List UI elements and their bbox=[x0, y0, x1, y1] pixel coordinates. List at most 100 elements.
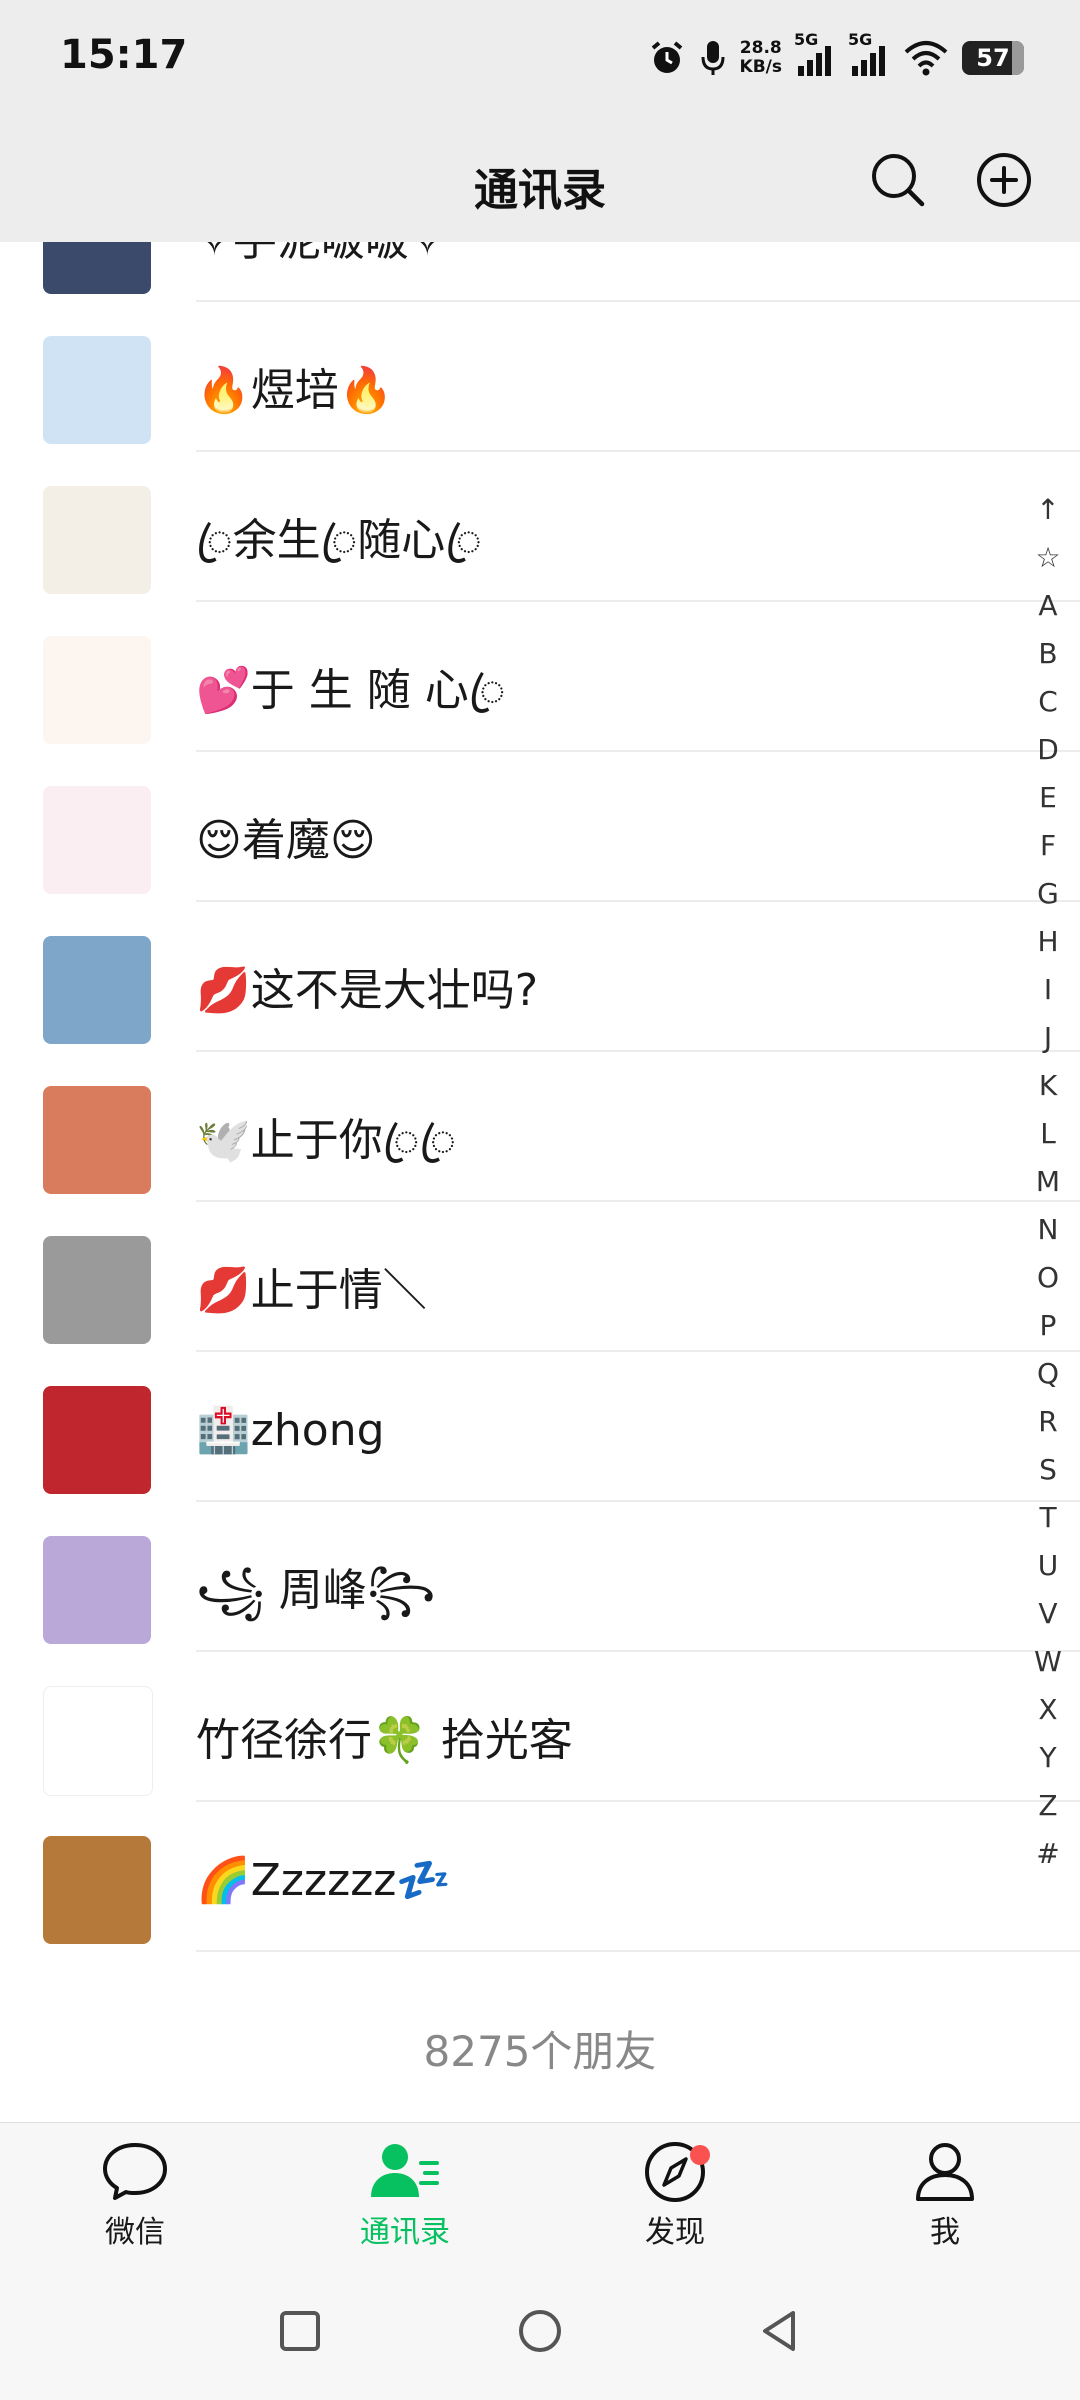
contact-name: 💕于 生 随 心ꦿ bbox=[196, 665, 506, 716]
tab-label: 微信 bbox=[105, 2215, 165, 2250]
contact-name: ꧁ 周峰꧂ bbox=[196, 1565, 436, 1616]
avatar bbox=[43, 1536, 151, 1644]
tab-label: 我 bbox=[930, 2215, 960, 2250]
contact-name: 竹径徐行🍀 拾光客 bbox=[196, 1715, 573, 1766]
contact-row[interactable]: 💋这不是大壮吗? bbox=[0, 902, 1080, 1052]
search-icon[interactable] bbox=[866, 148, 930, 212]
contact-name: 🕊️止于你ꦿꦿ bbox=[196, 1115, 457, 1166]
avatar bbox=[43, 336, 151, 444]
index-letter[interactable]: L bbox=[1030, 1110, 1066, 1158]
contact-row[interactable]: 🌈Zzzzzz💤 bbox=[0, 1802, 1080, 1952]
index-letter[interactable]: Y bbox=[1030, 1734, 1066, 1782]
contact-row[interactable]: 🔥煜培🔥 bbox=[0, 302, 1080, 452]
alphabet-index[interactable]: ↑ ☆ A B C D E F G H I J K L M N O P Q R S T U V W X Y Z # bbox=[1030, 486, 1066, 1878]
sim1-tag: 5G bbox=[794, 30, 819, 49]
contact-row[interactable]: 🏥zhong bbox=[0, 1352, 1080, 1502]
header-bar: 通讯录 bbox=[0, 118, 1080, 242]
index-letter[interactable]: ↑ bbox=[1030, 486, 1066, 534]
index-letter[interactable]: D bbox=[1030, 726, 1066, 774]
index-letter[interactable]: N bbox=[1030, 1206, 1066, 1254]
contact-list[interactable]: ✧手泥啵啵✧ 🔥煜培🔥 ◌ꦿ余生ꦿ随心ꦿ 💕于 生 随 心ꦿ 😌着魔😌 💋这不是… bbox=[0, 242, 1080, 2122]
avatar bbox=[43, 786, 151, 894]
avatar bbox=[43, 936, 151, 1044]
index-letter[interactable]: E bbox=[1030, 774, 1066, 822]
index-letter[interactable]: # bbox=[1030, 1830, 1066, 1878]
battery-level: 57 bbox=[976, 44, 1010, 72]
sim1-signal: 5G bbox=[794, 30, 836, 78]
index-letter[interactable]: X bbox=[1030, 1686, 1066, 1734]
index-letter[interactable]: T bbox=[1030, 1494, 1066, 1542]
sim2-tag: 5G bbox=[848, 30, 873, 49]
system-nav-bar bbox=[0, 2260, 1080, 2400]
index-letter[interactable]: Z bbox=[1030, 1782, 1066, 1830]
contact-name: ✧手泥啵啵✧ bbox=[196, 242, 446, 268]
status-time: 15:17 bbox=[60, 32, 188, 78]
person-icon bbox=[916, 2143, 974, 2201]
index-letter[interactable]: B bbox=[1030, 630, 1066, 678]
index-letter[interactable]: H bbox=[1030, 918, 1066, 966]
sim2-signal: 5G bbox=[848, 30, 890, 78]
contact-row[interactable]: ✧手泥啵啵✧ bbox=[0, 242, 1080, 302]
avatar bbox=[43, 1836, 151, 1944]
index-letter[interactable]: ☆ bbox=[1030, 534, 1066, 582]
index-letter[interactable]: O bbox=[1030, 1254, 1066, 1302]
wifi-icon bbox=[904, 41, 948, 76]
avatar bbox=[43, 1686, 153, 1796]
index-letter[interactable]: M bbox=[1030, 1158, 1066, 1206]
alarm-icon bbox=[651, 41, 682, 73]
avatar bbox=[43, 1236, 151, 1344]
avatar bbox=[43, 1386, 151, 1494]
tab-discover[interactable]: 发现 bbox=[600, 2139, 750, 2251]
contact-name: 💋这不是大壮吗? bbox=[196, 965, 539, 1016]
back-icon[interactable] bbox=[755, 2306, 805, 2356]
net-speed-unit: KB/s bbox=[739, 57, 782, 77]
index-letter[interactable]: P bbox=[1030, 1302, 1066, 1350]
tab-contacts[interactable]: 通讯录 bbox=[330, 2139, 480, 2251]
contact-name: 💋止于情＼ bbox=[196, 1265, 427, 1316]
index-letter[interactable]: V bbox=[1030, 1590, 1066, 1638]
contact-name: 😌着魔😌 bbox=[196, 815, 376, 866]
avatar bbox=[43, 1086, 151, 1194]
contact-row[interactable]: ꧁ 周峰꧂ bbox=[0, 1502, 1080, 1652]
divider bbox=[196, 1950, 1080, 1952]
status-icons: 28.8 KB/s 5G 5G 57 bbox=[648, 30, 1024, 82]
tab-chats[interactable]: 微信 bbox=[60, 2139, 210, 2251]
avatar bbox=[43, 636, 151, 744]
tab-me[interactable]: 我 bbox=[870, 2139, 1020, 2251]
contacts-icon bbox=[371, 2144, 439, 2197]
index-letter[interactable]: I bbox=[1030, 966, 1066, 1014]
contact-name: 🌈Zzzzzz💤 bbox=[196, 1855, 452, 1906]
recents-icon[interactable] bbox=[275, 2306, 325, 2356]
index-letter[interactable]: S bbox=[1030, 1446, 1066, 1494]
index-letter[interactable]: W bbox=[1030, 1638, 1066, 1686]
mic-icon bbox=[701, 41, 725, 75]
index-letter[interactable]: G bbox=[1030, 870, 1066, 918]
tab-label: 发现 bbox=[645, 2215, 705, 2250]
contact-row[interactable]: 😌着魔😌 bbox=[0, 752, 1080, 902]
battery-icon: 57 bbox=[962, 41, 1024, 75]
avatar bbox=[43, 486, 151, 594]
status-bar: 15:17 28.8 KB/s 5G 5G 57 bbox=[0, 0, 1080, 118]
index-letter[interactable]: Q bbox=[1030, 1350, 1066, 1398]
index-letter[interactable]: J bbox=[1030, 1014, 1066, 1062]
contact-row[interactable]: 💕于 生 随 心ꦿ bbox=[0, 602, 1080, 752]
contact-row[interactable]: 竹径徐行🍀 拾光客 bbox=[0, 1652, 1080, 1802]
contact-name: 🏥zhong bbox=[196, 1405, 385, 1456]
contact-row[interactable]: ◌ꦿ余生ꦿ随心ꦿ bbox=[0, 452, 1080, 602]
chat-icon bbox=[103, 2143, 167, 2200]
index-letter[interactable]: C bbox=[1030, 678, 1066, 726]
index-letter[interactable]: U bbox=[1030, 1542, 1066, 1590]
avatar bbox=[43, 242, 151, 294]
contact-name: ◌ꦿ余生ꦿ随心ꦿ bbox=[196, 515, 482, 566]
index-letter[interactable]: K bbox=[1030, 1062, 1066, 1110]
home-icon[interactable] bbox=[515, 2306, 565, 2356]
net-speed: 28.8 KB/s bbox=[740, 39, 782, 77]
index-letter[interactable]: F bbox=[1030, 822, 1066, 870]
notification-dot bbox=[690, 2145, 710, 2165]
add-icon[interactable] bbox=[972, 148, 1036, 212]
tab-label: 通讯录 bbox=[360, 2215, 450, 2250]
index-letter[interactable]: R bbox=[1030, 1398, 1066, 1446]
contact-row[interactable]: 🕊️止于你ꦿꦿ bbox=[0, 1052, 1080, 1202]
index-letter[interactable]: A bbox=[1030, 582, 1066, 630]
contact-row[interactable]: 💋止于情＼ bbox=[0, 1202, 1080, 1352]
